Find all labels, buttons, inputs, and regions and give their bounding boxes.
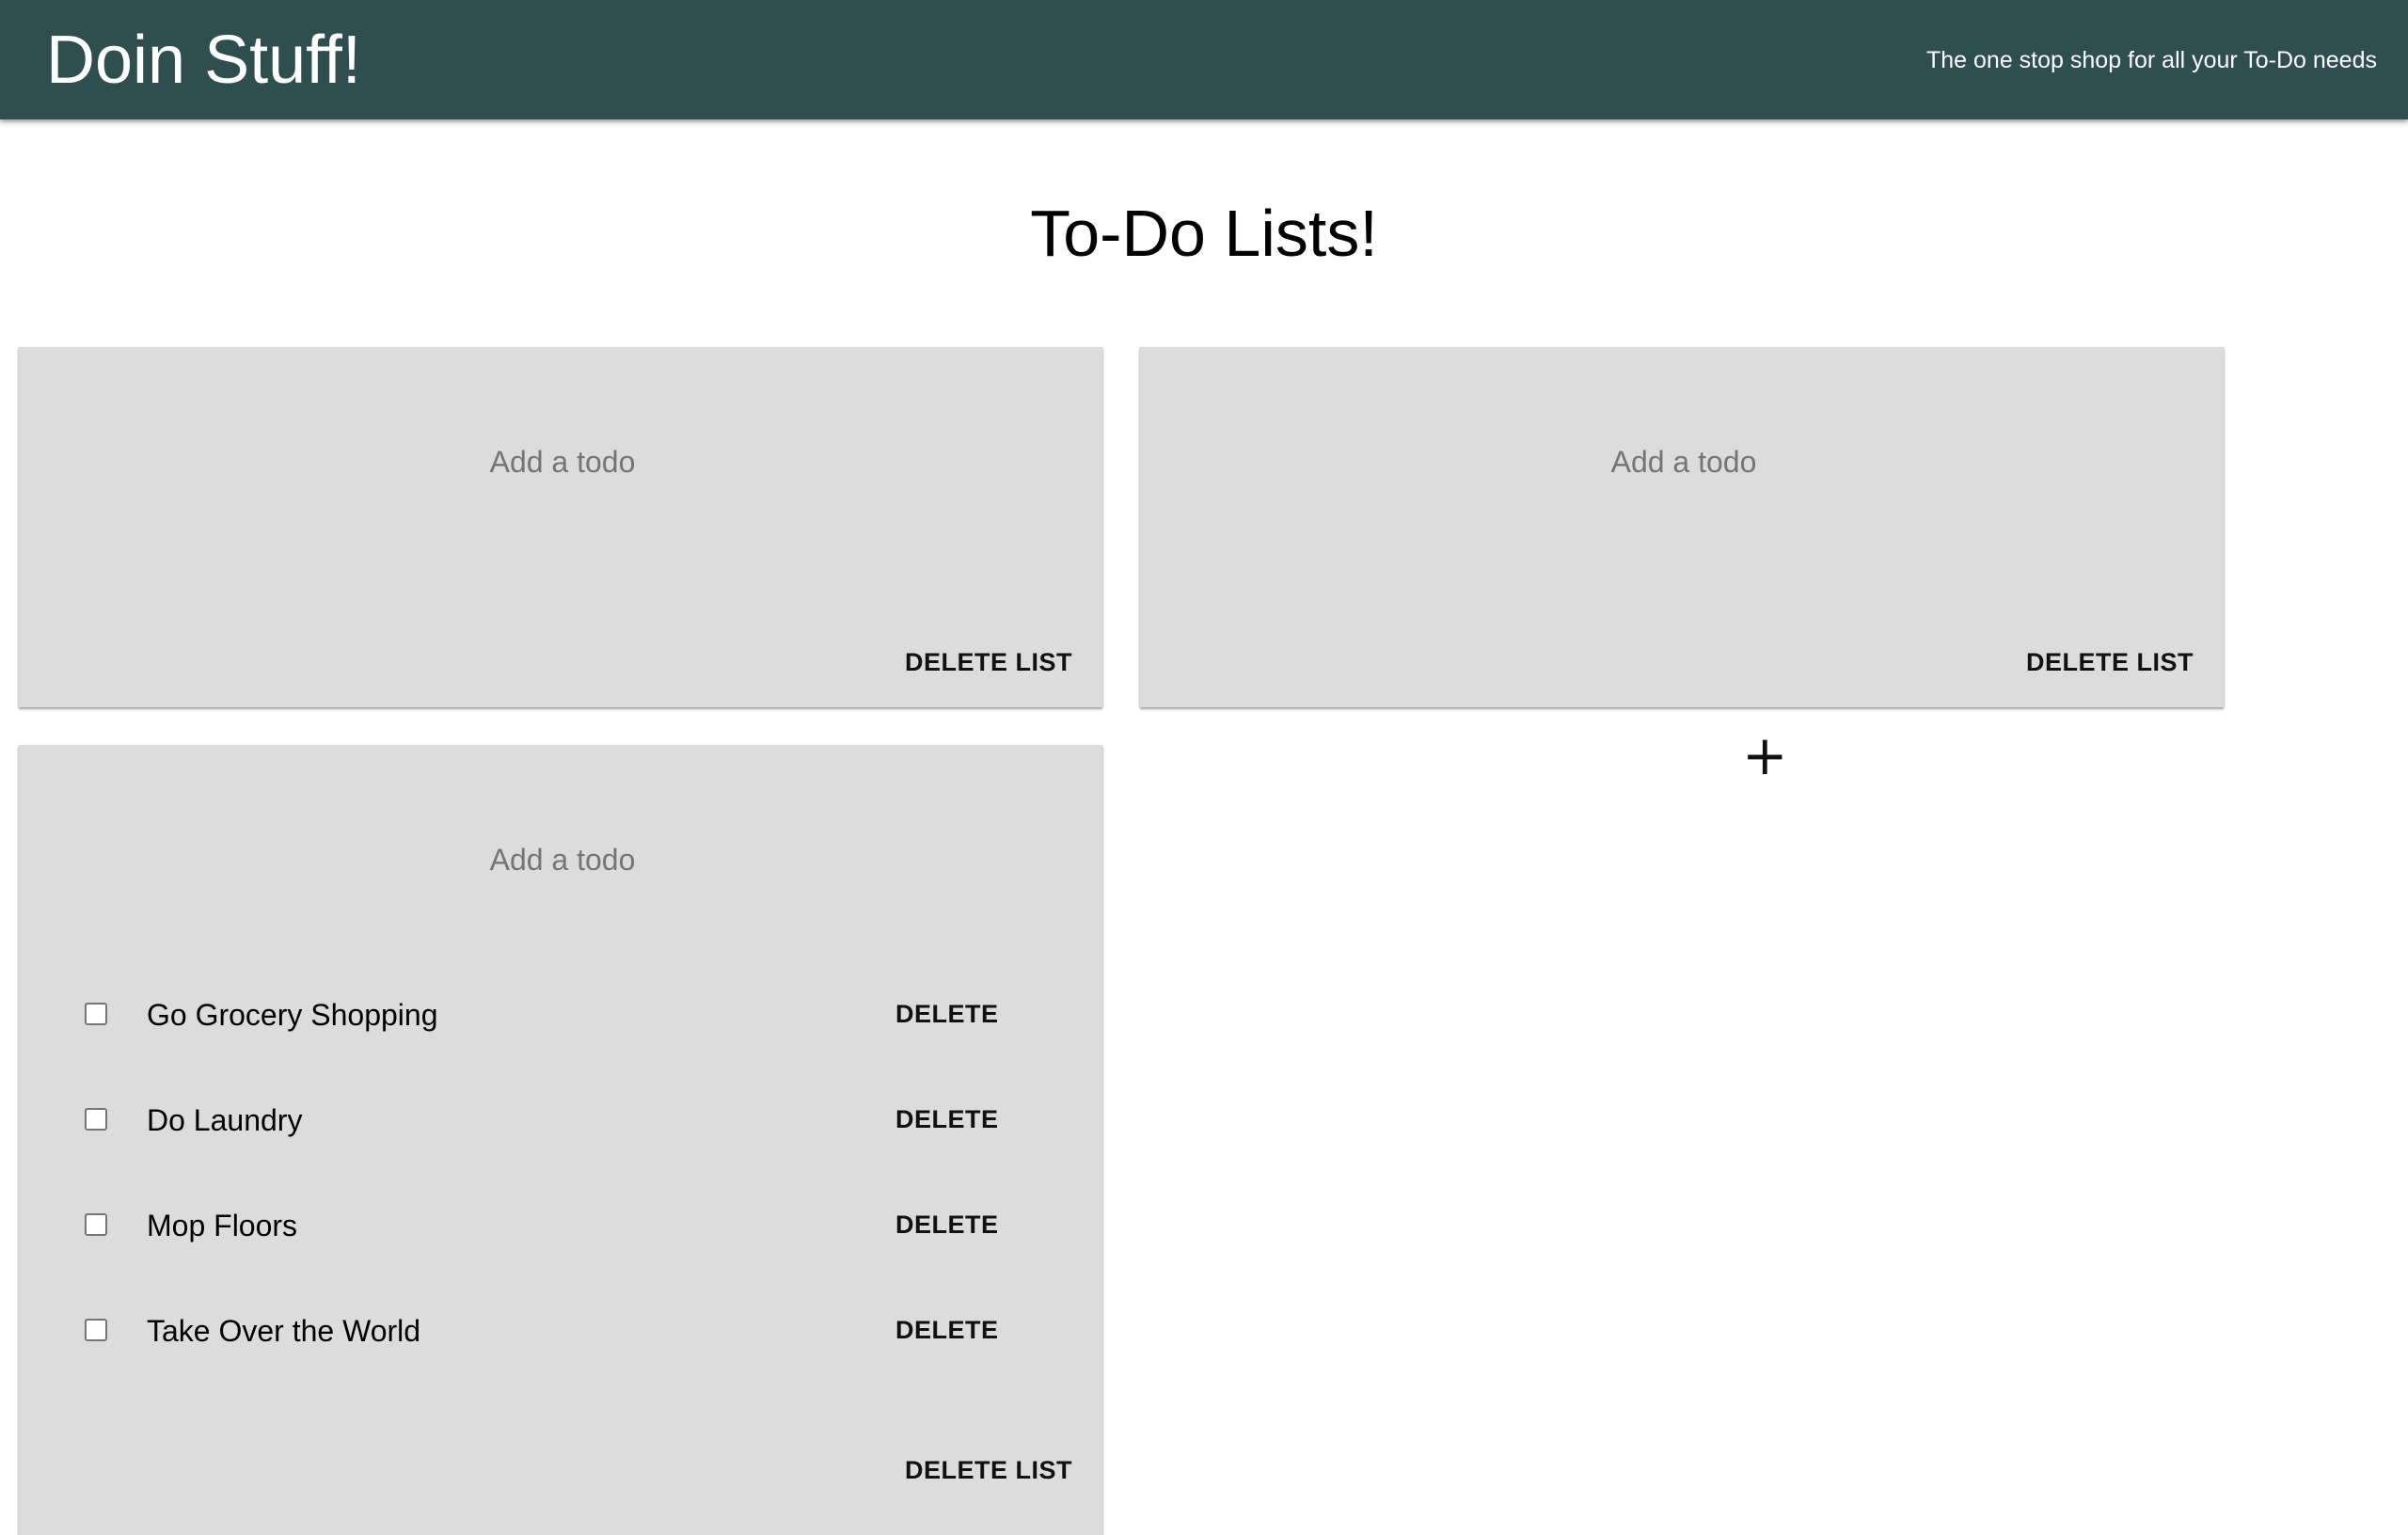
delete-list-button[interactable]: DELETE LIST (894, 642, 1084, 683)
add-todo-input[interactable] (19, 419, 1106, 505)
app-bar: Doin Stuff! The one stop shop for all yo… (0, 0, 2408, 119)
plus-icon: + (1742, 723, 1788, 787)
todo-checkbox[interactable] (85, 1108, 107, 1131)
todo-checkbox[interactable] (85, 1003, 107, 1025)
add-todo-input[interactable] (1140, 419, 2227, 505)
delete-list-button[interactable]: DELETE LIST (894, 1450, 1084, 1491)
todo-list-card: Go Grocery Shopping DELETE Do Laundry DE… (19, 745, 1106, 1535)
add-list-button[interactable]: + (1742, 728, 1788, 783)
todo-checkbox[interactable] (85, 1213, 107, 1236)
todo-item: Go Grocery Shopping DELETE (19, 987, 1102, 1043)
delete-todo-button[interactable]: DELETE (895, 1000, 999, 1029)
delete-todo-button[interactable]: DELETE (895, 1316, 999, 1345)
todo-label: Do Laundry (147, 1103, 303, 1137)
todo-checkbox[interactable] (85, 1319, 107, 1341)
todo-list-card: DELETE LIST (19, 347, 1106, 707)
todo-item: Mop Floors DELETE (19, 1197, 1102, 1254)
todo-label: Take Over the World (147, 1314, 421, 1348)
todo-item: Do Laundry DELETE (19, 1092, 1102, 1148)
delete-todo-button[interactable]: DELETE (895, 1105, 999, 1134)
page-title: To-Do Lists! (1030, 197, 1378, 270)
todo-list-card: DELETE LIST (1140, 347, 2227, 707)
delete-todo-button[interactable]: DELETE (895, 1211, 999, 1240)
delete-list-button[interactable]: DELETE LIST (2015, 642, 2205, 683)
todo-label: Go Grocery Shopping (147, 998, 438, 1032)
todo-item: Take Over the World DELETE (19, 1303, 1102, 1359)
app-title: Doin Stuff! (46, 23, 361, 98)
todo-label: Mop Floors (147, 1209, 298, 1242)
app-tagline: The one stop shop for all your To-Do nee… (1926, 47, 2377, 73)
add-todo-input[interactable] (19, 816, 1106, 903)
